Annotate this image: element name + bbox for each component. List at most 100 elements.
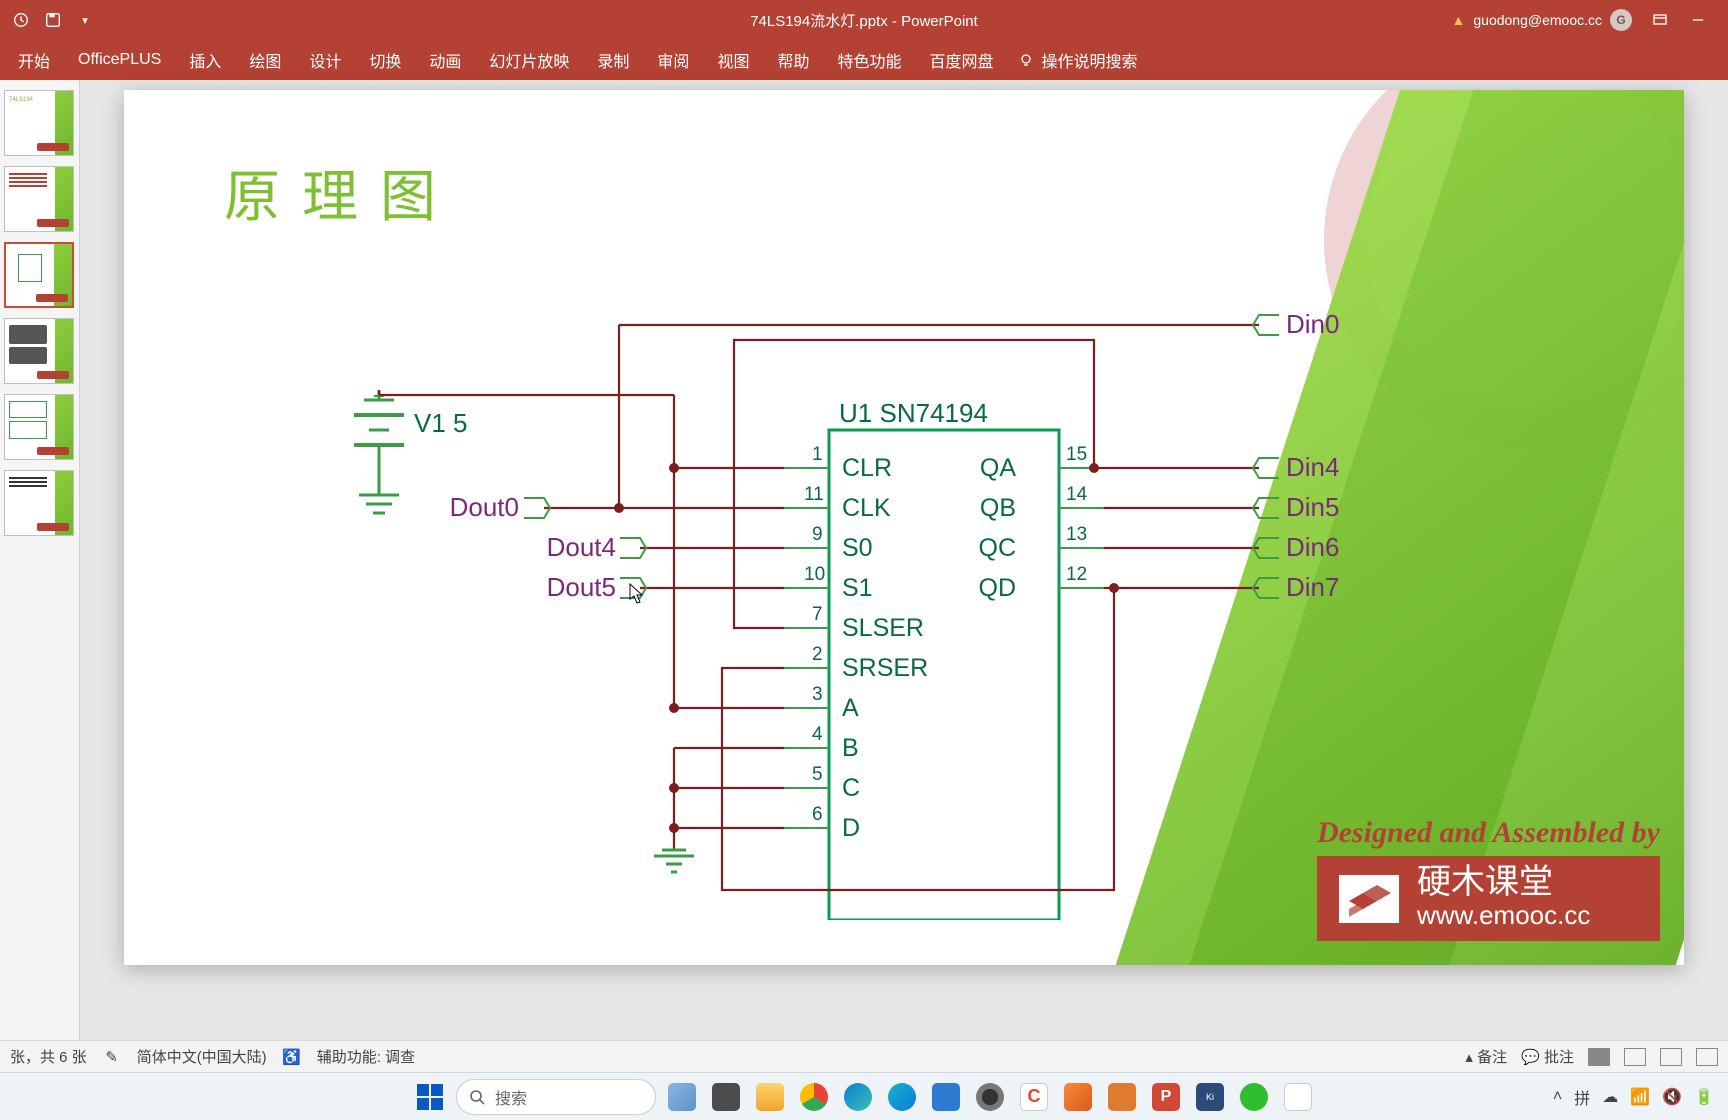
comments-button[interactable]: 💬 批注 bbox=[1521, 1046, 1574, 1067]
tab-help[interactable]: 帮助 bbox=[763, 40, 823, 80]
taskbar-kicad[interactable]: Ki bbox=[1192, 1079, 1228, 1115]
tab-baidu[interactable]: 百度网盘 bbox=[915, 40, 1007, 80]
notes-button[interactable]: ▴ 备注 bbox=[1465, 1046, 1507, 1067]
taskbar-explorer[interactable] bbox=[752, 1079, 788, 1115]
tray-chevron-icon[interactable]: ˄ bbox=[1553, 1088, 1562, 1106]
taskbar-app-2[interactable] bbox=[708, 1079, 744, 1115]
taskbar-powerpoint[interactable]: P bbox=[1148, 1079, 1184, 1115]
tray-ime-icon[interactable]: 拼 bbox=[1574, 1085, 1590, 1109]
svg-text:9: 9 bbox=[812, 524, 823, 545]
svg-text:SLSER: SLSER bbox=[842, 614, 924, 642]
tab-officeplus[interactable]: OfficePLUS bbox=[64, 43, 175, 77]
quick-access-toolbar: ▾ bbox=[0, 11, 94, 29]
tab-design[interactable]: 设计 bbox=[295, 40, 355, 80]
pin-d: 6 D bbox=[784, 804, 860, 842]
slide-count: 张，共 6 张 bbox=[10, 1046, 87, 1067]
reading-view-icon[interactable] bbox=[1660, 1048, 1682, 1066]
tab-home[interactable]: 开始 bbox=[4, 40, 64, 80]
tray-wifi-icon[interactable]: 📶 bbox=[1630, 1087, 1650, 1107]
system-tray[interactable]: ˄ 拼 ☁ 📶 🔇 🔋 bbox=[1553, 1085, 1714, 1109]
tab-slideshow[interactable]: 幻灯片放映 bbox=[475, 40, 583, 80]
tell-me-search[interactable]: 操作说明搜索 bbox=[1018, 48, 1138, 72]
tray-battery-icon[interactable]: 🔋 bbox=[1694, 1087, 1714, 1107]
thumbnail-1[interactable]: 74LS194 bbox=[4, 90, 74, 156]
tab-record[interactable]: 录制 bbox=[583, 40, 643, 80]
taskbar-edge2[interactable] bbox=[884, 1079, 920, 1115]
pin-slser: 7 SLSER bbox=[784, 604, 924, 642]
taskbar-app-8[interactable] bbox=[972, 1079, 1008, 1115]
taskbar-edge[interactable] bbox=[840, 1079, 876, 1115]
svg-text:CLR: CLR bbox=[842, 454, 892, 482]
slideshow-view-icon[interactable] bbox=[1696, 1048, 1718, 1066]
thumbnail-4[interactable] bbox=[4, 318, 74, 384]
pin-c: 5 C bbox=[784, 764, 860, 802]
start-button[interactable] bbox=[412, 1079, 448, 1115]
tab-insert[interactable]: 插入 bbox=[175, 40, 235, 80]
thumbnail-2[interactable] bbox=[4, 166, 74, 232]
taskbar-app-9[interactable]: C bbox=[1016, 1079, 1052, 1115]
minimize-icon[interactable] bbox=[1688, 10, 1708, 30]
svg-text:D: D bbox=[842, 814, 860, 842]
tab-features[interactable]: 特色功能 bbox=[823, 40, 915, 80]
pin-clk: 11 CLK bbox=[784, 484, 891, 522]
tab-view[interactable]: 视图 bbox=[703, 40, 763, 80]
taskbar-search[interactable]: 搜索 bbox=[456, 1079, 656, 1115]
thumbnail-6[interactable] bbox=[4, 470, 74, 536]
tab-transitions[interactable]: 切换 bbox=[355, 40, 415, 80]
user-account[interactable]: ▲ guodong@emooc.cc G bbox=[1452, 9, 1632, 31]
slide-thumbnails[interactable]: 74LS194 bbox=[0, 80, 80, 1040]
svg-text:14: 14 bbox=[1066, 484, 1088, 505]
thumbnail-5[interactable] bbox=[4, 394, 74, 460]
pin-a: 3 A bbox=[784, 684, 859, 722]
pin-srser: 2 SRSER bbox=[784, 644, 928, 682]
taskbar-app-11[interactable] bbox=[1104, 1079, 1140, 1115]
svg-text:U1 SN74194: U1 SN74194 bbox=[839, 398, 988, 428]
svg-text:Dout4: Dout4 bbox=[547, 532, 616, 562]
svg-text:5: 5 bbox=[812, 764, 823, 785]
accessibility-label[interactable]: 辅助功能: 调查 bbox=[317, 1046, 415, 1067]
tray-volume-icon[interactable]: 🔇 bbox=[1662, 1087, 1682, 1107]
language-indicator[interactable]: 简体中文(中国大陆) bbox=[137, 1046, 267, 1067]
accessibility-icon[interactable]: ♿ bbox=[283, 1048, 301, 1066]
tell-me-label: 操作说明搜索 bbox=[1042, 48, 1138, 72]
svg-text:6: 6 bbox=[812, 804, 823, 825]
ribbon-display-icon[interactable] bbox=[1650, 10, 1670, 30]
main-area: 74LS194 原理图 bbox=[0, 80, 1728, 1040]
current-slide[interactable]: 原理图 V1 5 bbox=[124, 90, 1684, 965]
spellcheck-icon[interactable]: ✎ bbox=[103, 1048, 121, 1066]
save-icon[interactable] bbox=[44, 11, 62, 29]
svg-text:QC: QC bbox=[979, 534, 1017, 562]
tray-onedrive-icon[interactable]: ☁ bbox=[1602, 1087, 1618, 1107]
pin-qc: QC 13 bbox=[979, 524, 1105, 562]
svg-text:Din4: Din4 bbox=[1286, 452, 1339, 482]
svg-text:Din5: Din5 bbox=[1286, 492, 1339, 522]
svg-text:15: 15 bbox=[1066, 444, 1087, 465]
sorter-view-icon[interactable] bbox=[1624, 1048, 1646, 1066]
lightbulb-icon bbox=[1018, 52, 1034, 68]
svg-text:QB: QB bbox=[980, 494, 1016, 522]
taskbar-app-1[interactable] bbox=[664, 1079, 700, 1115]
taskbar-app-7[interactable] bbox=[928, 1079, 964, 1115]
tab-review[interactable]: 审阅 bbox=[643, 40, 703, 80]
taskbar-app-15[interactable] bbox=[1280, 1079, 1316, 1115]
tab-animations[interactable]: 动画 bbox=[415, 40, 475, 80]
svg-text:C: C bbox=[842, 774, 860, 802]
svg-text:Dout0: Dout0 bbox=[450, 492, 519, 522]
svg-text:2: 2 bbox=[812, 644, 823, 665]
tab-draw[interactable]: 绘图 bbox=[235, 40, 295, 80]
schematic-diagram: V1 5 U1 SN74194 1 CLR 11 CLK 9 bbox=[224, 220, 1484, 920]
svg-text:7: 7 bbox=[812, 604, 823, 625]
taskbar-chrome[interactable] bbox=[796, 1079, 832, 1115]
svg-text:3: 3 bbox=[812, 684, 823, 705]
brand-logo-icon bbox=[1339, 875, 1399, 923]
taskbar-apps: C P Ki bbox=[664, 1079, 1316, 1115]
thumbnail-3[interactable] bbox=[4, 242, 74, 308]
taskbar-wechat[interactable] bbox=[1236, 1079, 1272, 1115]
taskbar-app-10[interactable] bbox=[1060, 1079, 1096, 1115]
normal-view-icon[interactable] bbox=[1588, 1048, 1610, 1066]
qat-dropdown-icon[interactable]: ▾ bbox=[76, 11, 94, 29]
windows-taskbar: 搜索 C P Ki ˄ 拼 ☁ 📶 🔇 🔋 bbox=[0, 1072, 1728, 1120]
avatar: G bbox=[1610, 9, 1632, 31]
battery-symbol bbox=[354, 390, 404, 513]
autosave-toggle-icon[interactable] bbox=[12, 11, 30, 29]
